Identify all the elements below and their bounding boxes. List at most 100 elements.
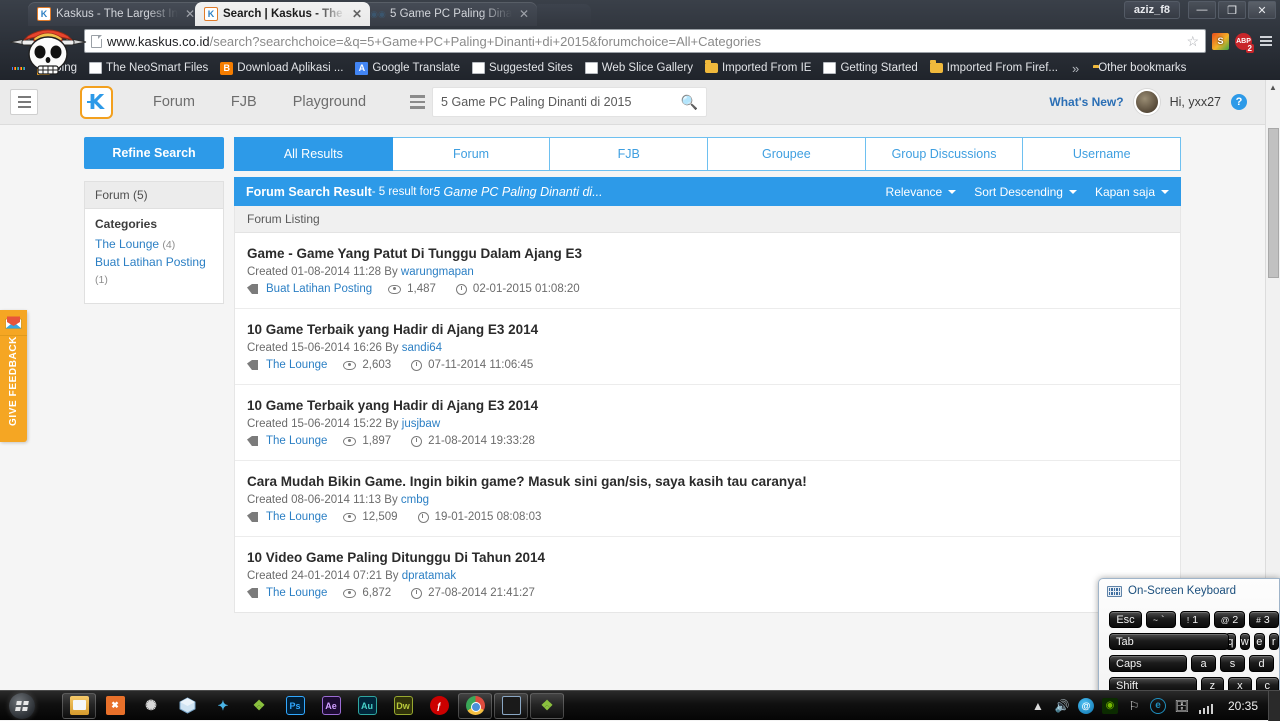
taskbar-dreamweaver[interactable]: Dw [386, 693, 420, 719]
forum-tag-link[interactable]: The Lounge [266, 587, 327, 599]
author-link[interactable]: cmbg [401, 494, 429, 506]
bookmark-imported-from-firefox[interactable]: Imported From Firef... [924, 60, 1064, 77]
apps-shortcut[interactable] [6, 60, 31, 77]
bookmark-download-aplikasi[interactable]: B Download Aplikasi ... [214, 60, 349, 77]
facet-forum-count[interactable]: Forum (5) [85, 182, 223, 209]
address-bar[interactable]: www.kaskus.co.id/search?searchchoice=&q=… [84, 29, 1206, 53]
taskbar-after-effects[interactable]: Ae [314, 693, 348, 719]
site-menu-icon[interactable] [10, 89, 38, 115]
category-item[interactable]: The Lounge (4) [95, 236, 213, 254]
key-e[interactable]: e [1254, 633, 1265, 650]
result-row[interactable]: Game - Game Yang Patut Di Tunggu Dalam A… [235, 233, 1180, 309]
search-input[interactable]: 5 Game PC Paling Dinanti di 2015 🔍 [432, 87, 708, 117]
key-tab[interactable]: Tab [1109, 633, 1229, 650]
result-title[interactable]: Game - Game Yang Patut Di Tunggu Dalam A… [247, 245, 1168, 263]
bookmark-star-icon[interactable]: ☆ [1186, 33, 1199, 50]
result-title[interactable]: 10 Game Terbaik yang Hadir di Ajang E3 2… [247, 321, 1168, 339]
update-icon[interactable]: 🗄 [1174, 698, 1190, 714]
result-row[interactable]: 10 Game Terbaik yang Hadir di Ajang E3 2… [235, 385, 1180, 461]
bookmark-imported-from-ie[interactable]: Imported From IE [699, 60, 817, 77]
key-caps[interactable]: Caps [1109, 655, 1187, 672]
show-desktop-button[interactable] [1268, 690, 1280, 721]
signal-icon[interactable] [1198, 698, 1214, 714]
start-button[interactable] [0, 691, 44, 721]
avatar[interactable] [1133, 89, 1160, 115]
taskbar-bird-app[interactable]: ✺ [134, 693, 168, 719]
author-link[interactable]: dpratamak [402, 570, 456, 582]
author-link[interactable]: sandi64 [402, 342, 442, 354]
bookmark-getting-started[interactable]: Getting Started [817, 60, 923, 76]
chrome-menu-icon[interactable] [1258, 36, 1274, 46]
category-item[interactable]: Buat Latihan Posting (1) [95, 254, 213, 289]
result-row[interactable]: 10 Game Terbaik yang Hadir di Ajang E3 2… [235, 309, 1180, 385]
tab-groupee[interactable]: Groupee [708, 137, 866, 171]
refine-search-button[interactable]: Refine Search [84, 137, 224, 169]
key-esc[interactable]: Esc [1109, 611, 1142, 628]
search-icon[interactable]: 🔍 [681, 94, 698, 111]
sort-direction-dropdown[interactable]: Sort Descending [974, 185, 1077, 199]
page-info-icon[interactable] [91, 34, 102, 48]
bookmark-bing[interactable]: b Bing [31, 60, 83, 77]
tab-fjb[interactable]: FJB [550, 137, 709, 171]
taskbar-audition[interactable]: Au [350, 693, 384, 719]
browser-tab-2[interactable]: K Search | Kaskus - The Larg ✕ [195, 2, 370, 26]
forum-tag-link[interactable]: Buat Latihan Posting [266, 283, 372, 295]
key-r[interactable]: r [1268, 633, 1279, 650]
browser-tab-1[interactable]: K Kaskus - The Largest Indo ✕ [28, 2, 203, 26]
nav-link-forum[interactable]: Forum [135, 94, 213, 110]
taskbar-clock[interactable]: 20:35 [1222, 699, 1258, 713]
bookmark-neosmart[interactable]: The NeoSmart Files [83, 60, 214, 76]
user-greeting[interactable]: Hi, yxx27 [1170, 95, 1221, 109]
show-hidden-icons[interactable]: ▲ [1030, 698, 1046, 714]
taskbar-photoshop[interactable]: Ps [278, 693, 312, 719]
whats-new-link[interactable]: What's New? [1049, 95, 1123, 109]
taskbar-file-explorer[interactable] [62, 692, 96, 719]
nvidia-icon[interactable]: ◉ [1101, 697, 1118, 714]
volume-icon[interactable]: 🔊 [1054, 698, 1070, 714]
avg-icon[interactable]: @ [1077, 697, 1094, 714]
forum-tag-link[interactable]: The Lounge [266, 511, 327, 523]
key-s[interactable]: s [1220, 655, 1245, 672]
category-link-the-lounge[interactable]: The Lounge (4) [95, 237, 175, 251]
browser-tab-3[interactable]: ◉◉ 5 Game PC Paling Dinanti ✕ [362, 2, 537, 26]
nav-link-fjb[interactable]: FJB [213, 94, 275, 110]
sort-relevance-dropdown[interactable]: Relevance [886, 185, 957, 199]
bookmark-google-translate[interactable]: A Google Translate [349, 60, 466, 77]
result-row[interactable]: Cara Mudah Bikin Game. Ingin bikin game?… [235, 461, 1180, 537]
taskbar-on-screen-keyboard[interactable] [494, 692, 528, 719]
forum-tag-link[interactable]: The Lounge [266, 359, 327, 371]
search-category-menu-icon[interactable] [402, 87, 432, 117]
close-icon[interactable]: ✕ [350, 7, 364, 21]
sort-time-dropdown[interactable]: Kapan saja [1095, 185, 1169, 199]
tab-group-discussions[interactable]: Group Discussions [865, 137, 1024, 171]
taskbar-google-chrome[interactable] [458, 692, 492, 719]
scrollbar-thumb[interactable] [1268, 128, 1279, 278]
taskbar-green-app[interactable]: ❖ [242, 693, 276, 719]
new-tab-button[interactable] [533, 4, 591, 26]
close-window-button[interactable]: ✕ [1248, 1, 1276, 19]
taskbar-xampp[interactable]: ✖ [98, 693, 132, 719]
bookmarks-overflow-icon[interactable]: » [1064, 61, 1087, 76]
author-link[interactable]: warungmapan [401, 266, 474, 278]
key-3[interactable]: # 3 [1249, 611, 1279, 628]
key-w[interactable]: w [1239, 633, 1250, 650]
result-title[interactable]: 10 Game Terbaik yang Hadir di Ajang E3 2… [247, 397, 1168, 415]
minimize-button[interactable]: — [1188, 1, 1216, 19]
key-2[interactable]: @ 2 [1213, 611, 1246, 628]
ie-icon[interactable]: e [1149, 697, 1166, 714]
result-title[interactable]: Cara Mudah Bikin Game. Ingin bikin game?… [247, 473, 1168, 491]
taskbar-flash[interactable]: ƒ [422, 693, 456, 719]
key-d[interactable]: d [1249, 655, 1274, 672]
stumbleupon-extension-icon[interactable]: S [1212, 32, 1229, 50]
nav-link-playground[interactable]: Playground [275, 94, 384, 110]
taskbar-3d-app[interactable] [170, 693, 204, 719]
give-feedback-tab[interactable]: GIVE FEEDBACK [0, 310, 27, 443]
key-tilde-backtick[interactable]: ~ ` [1146, 611, 1176, 628]
key-a[interactable]: a [1191, 655, 1216, 672]
other-bookmarks-folder[interactable]: Other bookmarks [1087, 60, 1192, 76]
restore-button[interactable]: ❐ [1218, 1, 1246, 19]
scroll-up-icon[interactable]: ▲ [1266, 80, 1280, 95]
result-title[interactable]: 10 Video Game Paling Ditunggu Di Tahun 2… [247, 549, 1168, 567]
adblock-plus-extension-icon[interactable]: ABP 2 [1235, 32, 1254, 53]
taskbar-sketch-app[interactable]: ✦ [206, 693, 240, 719]
